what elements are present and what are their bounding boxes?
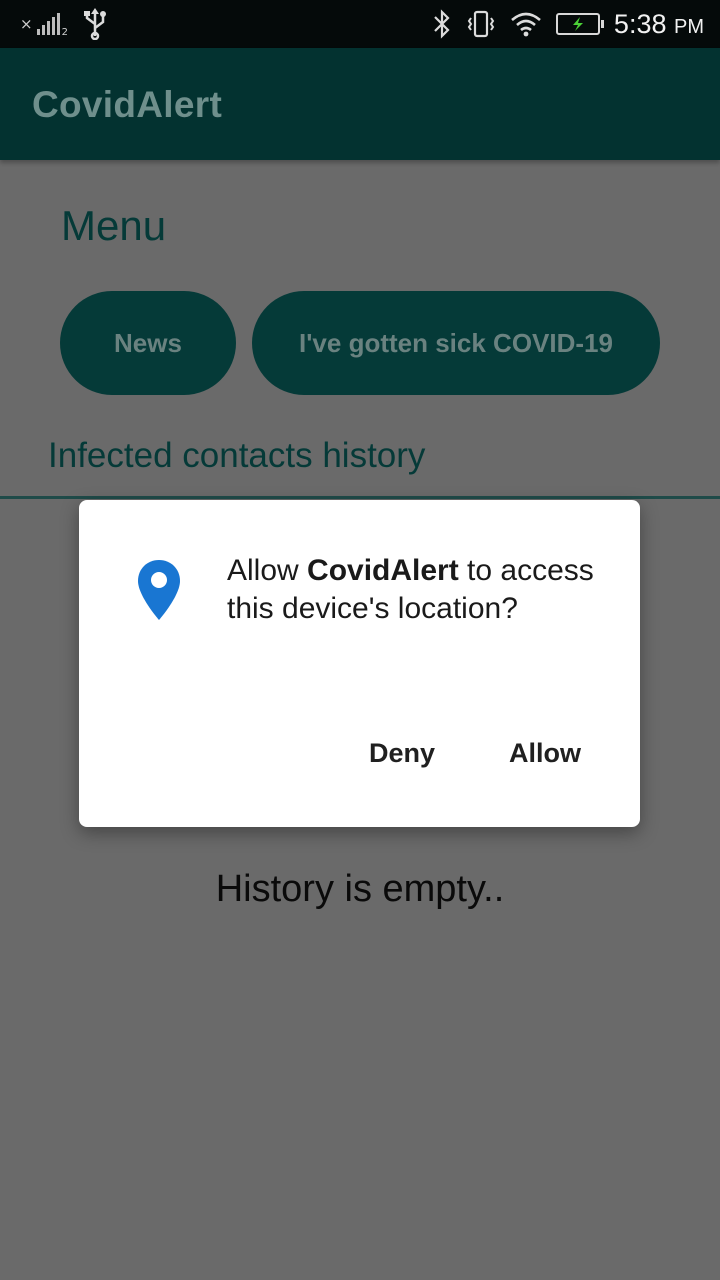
dialog-message-prefix: Allow (227, 554, 308, 587)
status-clock: 5:38 PM (614, 9, 704, 40)
news-button[interactable]: News (60, 291, 236, 395)
location-pin-icon (136, 558, 182, 622)
status-right: 5:38 PM (432, 0, 704, 48)
app-title: CovidAlert (32, 84, 223, 125)
divider (0, 496, 720, 499)
no-signal-mark: × (20, 15, 33, 33)
clock-time: 5:38 (613, 8, 667, 39)
vibrate-icon (466, 9, 496, 39)
status-left: × 2 (20, 8, 108, 40)
dialog-message: Allow CovidAlert to access this device's… (227, 552, 607, 628)
status-bar: × 2 5:38 PM (0, 0, 720, 48)
dialog-app-name: CovidAlert (307, 554, 459, 587)
location-permission-dialog: Allow CovidAlert to access this device's… (79, 500, 640, 827)
deny-button[interactable]: Deny (369, 738, 435, 769)
sim-slot-label: 2 (61, 27, 68, 38)
menu-heading: Menu (61, 202, 167, 249)
history-title: Infected contacts history (48, 436, 426, 475)
bluetooth-icon (432, 9, 452, 39)
allow-button[interactable]: Allow (509, 738, 581, 769)
wifi-icon (510, 11, 542, 37)
battery-charging-icon (555, 13, 604, 35)
signal-icon (36, 13, 62, 35)
usb-icon (82, 8, 108, 40)
app-bar: CovidAlert (0, 48, 720, 160)
history-empty-text: History is empty.. (215, 868, 505, 910)
report-sick-button[interactable]: I've gotten sick COVID-19 (252, 291, 660, 395)
clock-ampm: PM (674, 15, 704, 38)
